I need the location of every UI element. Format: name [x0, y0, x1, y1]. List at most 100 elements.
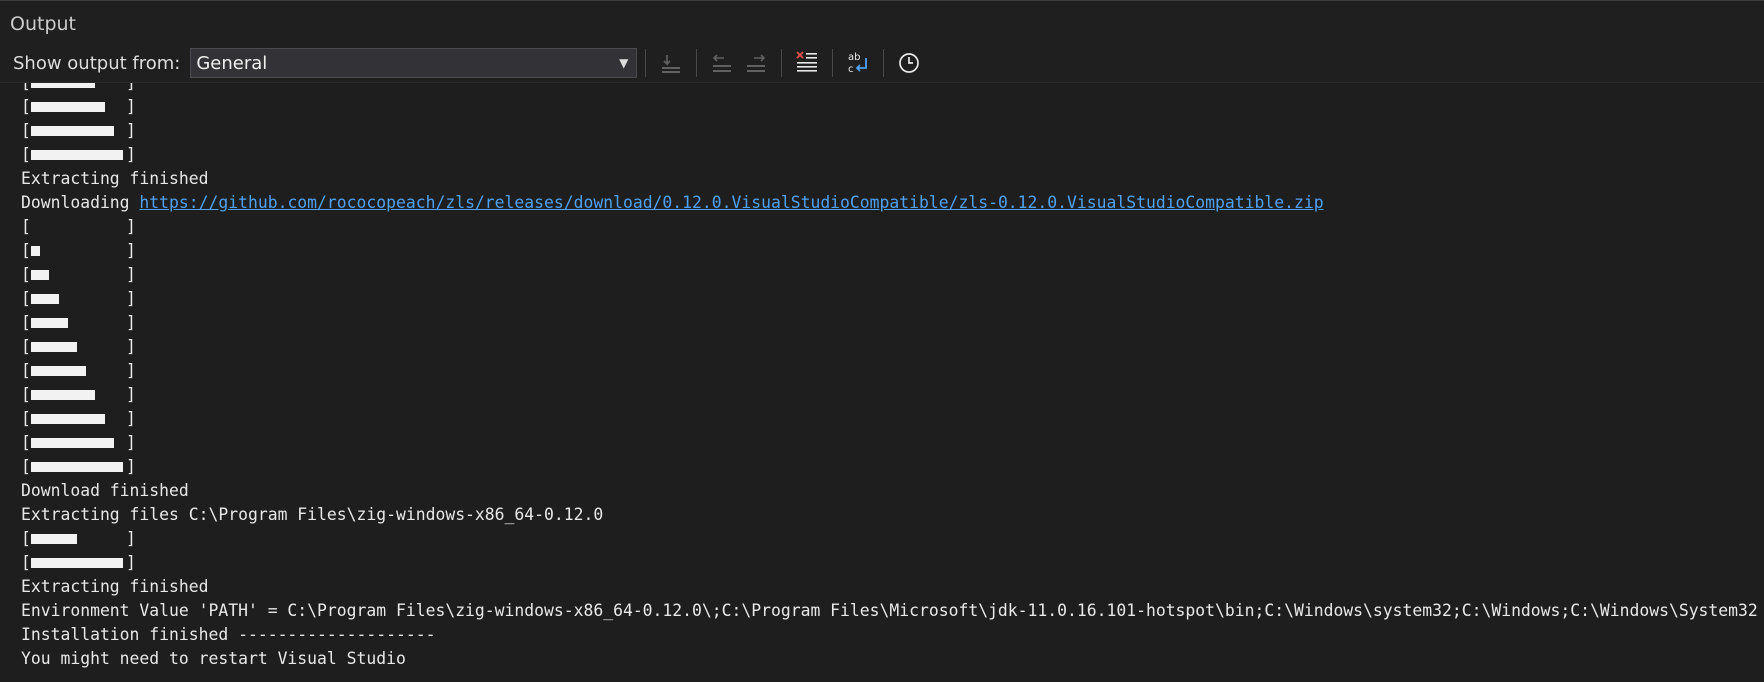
- progress-bracket-close: ]: [126, 337, 136, 356]
- progress-bracket-open: [: [21, 241, 31, 260]
- progress-fill: [31, 558, 123, 568]
- progress-bracket-open: [: [21, 361, 31, 380]
- progress-line: []: [21, 551, 1758, 575]
- progress-bracket-open: [: [21, 409, 31, 428]
- progress-line: []: [21, 383, 1758, 407]
- toolbar-separator: [696, 49, 698, 77]
- panel-title: Output: [0, 1, 1764, 44]
- progress-bracket-close: ]: [126, 361, 136, 380]
- next-message-button[interactable]: [739, 46, 773, 80]
- output-window: Output Show output from: General ▼ ab c …: [0, 0, 1764, 682]
- progress-bracket-close: ]: [126, 83, 136, 95]
- toggle-word-wrap-button[interactable]: ab c: [841, 46, 875, 80]
- output-source-dropdown[interactable]: General ▼: [190, 48, 638, 78]
- progress-line: []: [21, 119, 1758, 143]
- output-line: Extracting finished: [21, 169, 209, 188]
- next-message-icon: [747, 54, 766, 72]
- progress-bracket-open: [: [21, 385, 31, 404]
- progress-fill: [31, 438, 114, 448]
- word-wrap-icon: ab c: [848, 52, 868, 75]
- output-line: You might need to restart Visual Studio: [21, 649, 406, 668]
- progress-line: []: [21, 239, 1758, 263]
- progress-fill: [31, 294, 59, 304]
- progress-bracket-close: ]: [126, 529, 136, 548]
- svg-text:c: c: [848, 64, 854, 75]
- output-line: Extracting finished: [21, 577, 209, 596]
- progress-bracket-open: [: [21, 457, 31, 476]
- progress-bracket-open: [: [21, 265, 31, 284]
- progress-line: []: [21, 335, 1758, 359]
- progress-bracket-close: ]: [126, 289, 136, 308]
- progress-line: []: [21, 311, 1758, 335]
- toolbar-separator: [883, 49, 885, 77]
- progress-bracket-open: [: [21, 289, 31, 308]
- progress-bracket-close: ]: [126, 553, 136, 572]
- output-line: Installation finished ------------------…: [21, 625, 436, 644]
- clear-all-icon: [796, 51, 818, 72]
- output-line-prefix: Downloading: [21, 193, 140, 212]
- progress-bracket-close: ]: [126, 457, 136, 476]
- toolbar-separator: [781, 49, 783, 77]
- progress-bracket-close: ]: [126, 217, 136, 236]
- progress-fill: [31, 270, 49, 280]
- progress-bracket-close: ]: [126, 433, 136, 452]
- progress-bracket-close: ]: [126, 145, 136, 164]
- progress-fill: [31, 462, 123, 472]
- progress-fill: [31, 414, 105, 424]
- progress-bracket-open: [: [21, 217, 31, 236]
- output-source-value: General: [196, 52, 268, 74]
- toolbar-separator: [645, 49, 647, 77]
- progress-bracket-open: [: [21, 529, 31, 548]
- progress-fill: [31, 126, 114, 136]
- progress-bracket-open: [: [21, 97, 31, 116]
- progress-fill: [31, 534, 77, 544]
- download-url-link[interactable]: https://github.com/rococopeach/zls/relea…: [139, 193, 1323, 212]
- progress-line: []: [21, 455, 1758, 479]
- progress-bracket-open: [: [21, 553, 31, 572]
- show-timestamps-button[interactable]: [892, 46, 926, 80]
- progress-bracket-close: ]: [126, 313, 136, 332]
- progress-bracket-close: ]: [126, 241, 136, 260]
- svg-text:ab: ab: [848, 52, 860, 63]
- progress-fill: [31, 318, 68, 328]
- progress-line: []: [21, 407, 1758, 431]
- previous-message-icon: [713, 54, 732, 72]
- show-output-from-label: Show output from:: [13, 52, 181, 74]
- progress-bracket-open: [: [21, 121, 31, 140]
- progress-line: []: [21, 95, 1758, 119]
- progress-bracket-close: ]: [126, 121, 136, 140]
- output-line: Download finished: [21, 481, 189, 500]
- progress-bracket-open: [: [21, 83, 31, 95]
- output-pane[interactable]: [][][][]Extracting finishedDownloading h…: [0, 83, 1764, 682]
- progress-bracket-close: ]: [126, 265, 136, 284]
- output-lines: [][][][]Extracting finishedDownloading h…: [21, 83, 1758, 671]
- progress-line: []: [21, 431, 1758, 455]
- progress-bracket-open: [: [21, 337, 31, 356]
- progress-line: []: [21, 83, 1758, 95]
- progress-fill: [31, 366, 86, 376]
- output-line: Environment Value 'PATH' = C:\Program Fi…: [21, 601, 1758, 620]
- output-toolbar: Show output from: General ▼ ab c: [0, 44, 1764, 83]
- progress-bracket-close: ]: [126, 385, 136, 404]
- progress-line: []: [21, 263, 1758, 287]
- progress-fill: [31, 246, 40, 256]
- toolbar-separator: [832, 49, 834, 77]
- progress-line: []: [21, 359, 1758, 383]
- progress-fill: [31, 83, 95, 88]
- clear-all-button[interactable]: [790, 46, 824, 80]
- progress-line: []: [21, 143, 1758, 167]
- progress-bracket-open: [: [21, 433, 31, 452]
- output-line: Extracting files C:\Program Files\zig-wi…: [21, 505, 604, 524]
- previous-message-button[interactable]: [705, 46, 739, 80]
- progress-line: []: [21, 215, 1758, 239]
- progress-bracket-close: ]: [126, 409, 136, 428]
- chevron-down-icon: ▼: [619, 56, 629, 70]
- progress-bracket-close: ]: [126, 97, 136, 116]
- output-line: Downloading https://github.com/rococopea…: [21, 191, 1758, 215]
- goto-code-icon: [662, 55, 681, 73]
- progress-fill: [31, 102, 105, 112]
- progress-line: []: [21, 287, 1758, 311]
- progress-line: []: [21, 527, 1758, 551]
- find-message-in-code-button[interactable]: [654, 46, 688, 80]
- progress-fill: [31, 342, 77, 352]
